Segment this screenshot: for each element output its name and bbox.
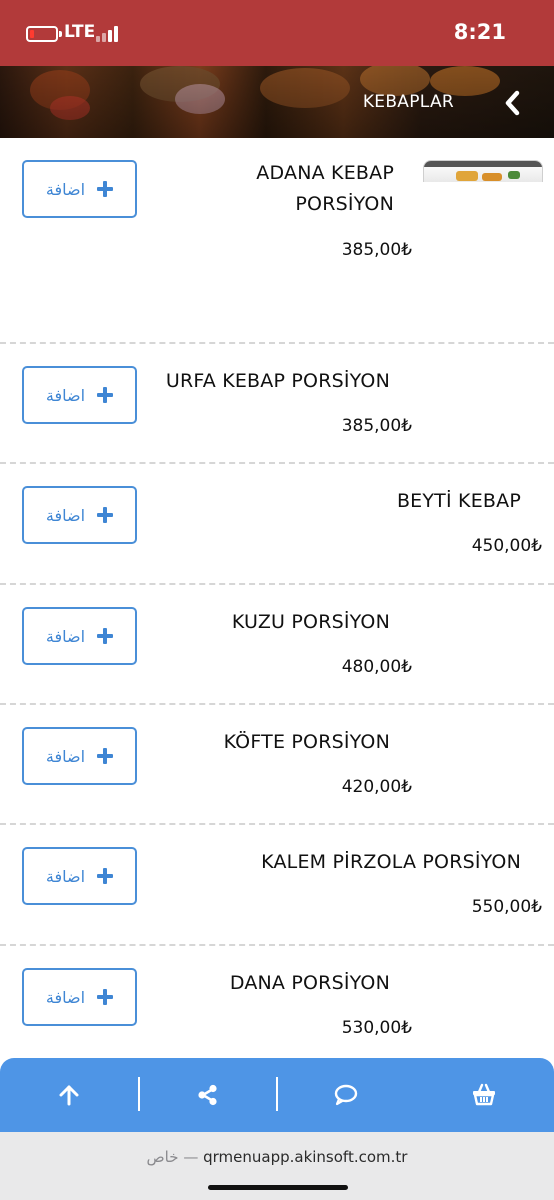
basket-button[interactable] xyxy=(464,1076,504,1114)
toolbar-divider xyxy=(138,1077,140,1111)
item-name: DANA PORSİYON xyxy=(229,972,390,994)
menu-item: اضافة KÖFTE PORSİYON 420,00₺ xyxy=(0,705,554,825)
item-price: 550,00₺ xyxy=(471,897,542,917)
item-name: KÖFTE PORSİYON xyxy=(223,731,390,753)
item-name: BEYTİ KEBAP xyxy=(396,490,521,512)
menu-item: اضافة KALEM PİRZOLA PORSİYON 550,00₺ xyxy=(0,825,554,946)
back-button[interactable] xyxy=(500,88,526,118)
add-button-label: اضافة xyxy=(45,385,86,405)
add-button-label: اضافة xyxy=(45,746,86,766)
add-button-label: اضافة xyxy=(45,505,86,525)
category-title: KEBAPLAR xyxy=(362,92,454,112)
url-separator: — xyxy=(183,1148,199,1166)
private-label: خاص xyxy=(146,1148,179,1166)
add-button[interactable]: اضافة xyxy=(22,160,137,218)
plus-icon xyxy=(97,868,114,884)
scroll-top-button[interactable] xyxy=(49,1076,89,1114)
plus-icon xyxy=(97,507,114,523)
share-icon xyxy=(198,1084,217,1106)
plus-icon xyxy=(97,181,114,197)
item-name: KUZU PORSİYON xyxy=(231,611,390,633)
add-button[interactable]: اضافة xyxy=(22,366,137,424)
item-price: 385,00₺ xyxy=(341,416,412,436)
menu-item: اضافة KUZU PORSİYON 480,00₺ xyxy=(0,585,554,705)
status-time: 8:21 xyxy=(453,20,506,44)
item-price: 530,00₺ xyxy=(341,1018,412,1038)
share-button[interactable] xyxy=(188,1076,228,1114)
menu-item: اضافة URFA KEBAP PORSİYON 385,00₺ xyxy=(0,344,554,464)
add-button-label: اضافة xyxy=(45,626,86,646)
item-price: 480,00₺ xyxy=(341,657,412,677)
category-header: KEBAPLAR xyxy=(0,66,554,138)
menu-item: اضافة BEYTİ KEBAP 450,00₺ xyxy=(0,464,554,585)
item-name: URFA KEBAP PORSİYON xyxy=(165,370,390,392)
network-label: LTE xyxy=(64,22,96,42)
add-button[interactable]: اضافة xyxy=(22,847,137,905)
toolbar-divider xyxy=(276,1077,278,1111)
chevron-left-icon xyxy=(505,90,520,116)
url-text[interactable]: خاص — qrmenuapp.akinsoft.com.tr xyxy=(0,1148,554,1166)
item-price: 385,00₺ xyxy=(341,240,412,260)
plus-icon xyxy=(97,989,114,1005)
chat-icon xyxy=(334,1084,358,1106)
screen: LTE 8:21 KEBAPLAR اضافة ADANA KEBAP PORS… xyxy=(0,0,554,1200)
plus-icon xyxy=(97,628,114,644)
add-button[interactable]: اضافة xyxy=(22,727,137,785)
item-price: 420,00₺ xyxy=(341,777,412,797)
status-bar: LTE 8:21 xyxy=(0,0,554,66)
plus-icon xyxy=(97,387,114,403)
battery-icon xyxy=(26,26,62,42)
arrow-up-icon xyxy=(59,1085,79,1106)
add-button-label: اضافة xyxy=(45,179,86,199)
plus-icon xyxy=(97,748,114,764)
add-button[interactable]: اضافة xyxy=(22,607,137,665)
item-image[interactable] xyxy=(423,160,543,182)
add-button-label: اضافة xyxy=(45,987,86,1007)
item-price: 450,00₺ xyxy=(471,536,542,556)
item-name: ADANA KEBAP PORSİYON xyxy=(256,162,394,215)
menu-item: اضافة DANA PORSİYON 530,00₺ xyxy=(0,946,554,1058)
chat-button[interactable] xyxy=(326,1076,366,1114)
bottom-toolbar xyxy=(0,1058,554,1132)
item-name: KALEM PİRZOLA PORSİYON xyxy=(261,851,521,873)
add-button[interactable]: اضافة xyxy=(22,486,137,544)
basket-icon xyxy=(473,1083,495,1106)
home-indicator xyxy=(208,1185,348,1190)
signal-icon xyxy=(96,26,120,42)
url-domain: qrmenuapp.akinsoft.com.tr xyxy=(203,1148,408,1166)
add-button[interactable]: اضافة xyxy=(22,968,137,1026)
add-button-label: اضافة xyxy=(45,866,86,886)
